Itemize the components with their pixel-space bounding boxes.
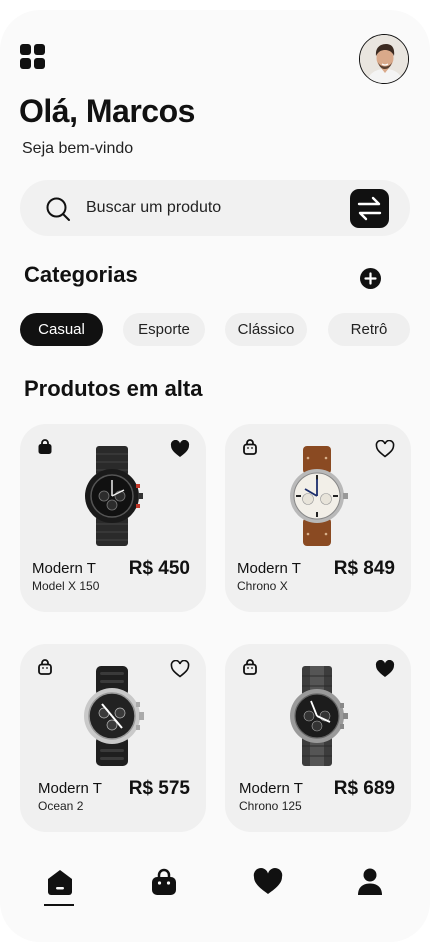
product-name: Modern T [32,560,96,577]
product-model: Chrono X [237,579,288,593]
bag-filled-icon[interactable] [36,438,54,456]
filter-button[interactable] [350,189,389,228]
active-tab-indicator [44,904,74,906]
greeting-subtitle: Seja bem-vindo [22,140,134,157]
categories-title: Categorias [24,262,138,287]
product-card[interactable]: Modern T Model X 150 R$ 450 [20,424,206,612]
product-card[interactable]: Modern T Ocean 2 R$ 575 [20,644,206,832]
category-chip-esporte[interactable]: Esporte [123,313,205,346]
bag-icon[interactable] [148,866,180,898]
category-chip-classico[interactable]: Clássico [225,313,307,346]
product-card[interactable]: Modern T Chrono 125 R$ 689 [225,644,411,832]
watch-image [84,666,144,766]
apps-grid-icon[interactable] [20,44,46,70]
category-chip-retro[interactable]: Retrô [328,313,410,346]
search-bar[interactable] [20,180,410,236]
product-name: Modern T [38,780,102,797]
product-card[interactable]: Modern T Chrono X R$ 849 [225,424,411,612]
product-price: R$ 575 [128,778,190,799]
products-title: Produtos em alta [24,376,203,401]
watch-image [85,446,143,546]
bag-outline-icon[interactable] [241,438,259,456]
app-screen: Olá, Marcos Seja bem-vindo Categorias Ca… [0,10,430,942]
watch-image [290,666,348,766]
product-price: R$ 849 [333,558,395,579]
heart-filled-icon[interactable] [375,660,395,678]
bag-outline-icon[interactable] [241,658,259,676]
home-icon[interactable] [44,866,76,898]
product-model: Ocean 2 [38,799,84,813]
heart-icon[interactable] [252,866,284,898]
search-input[interactable] [86,196,326,220]
search-icon [46,197,70,221]
product-name: Modern T [237,560,301,577]
plus-circle-icon [364,272,377,285]
bottom-navigation [0,860,430,920]
heart-filled-icon[interactable] [170,440,190,458]
bag-outline-icon[interactable] [36,658,54,676]
product-model: Chrono 125 [239,799,302,813]
profile-icon[interactable] [354,866,386,898]
avatar-portrait [360,35,408,83]
add-category-button[interactable] [360,268,381,289]
heart-outline-icon[interactable] [170,660,190,678]
product-name: Modern T [239,780,303,797]
user-avatar[interactable] [359,34,409,84]
swap-arrows-icon [357,196,382,221]
category-chip-casual[interactable]: Casual [20,313,103,346]
greeting-title: Olá, Marcos [19,93,195,129]
product-price: R$ 450 [128,558,190,579]
heart-outline-icon[interactable] [375,440,395,458]
watch-image [290,446,348,546]
product-price: R$ 689 [333,778,395,799]
product-model: Model X 150 [32,579,100,593]
